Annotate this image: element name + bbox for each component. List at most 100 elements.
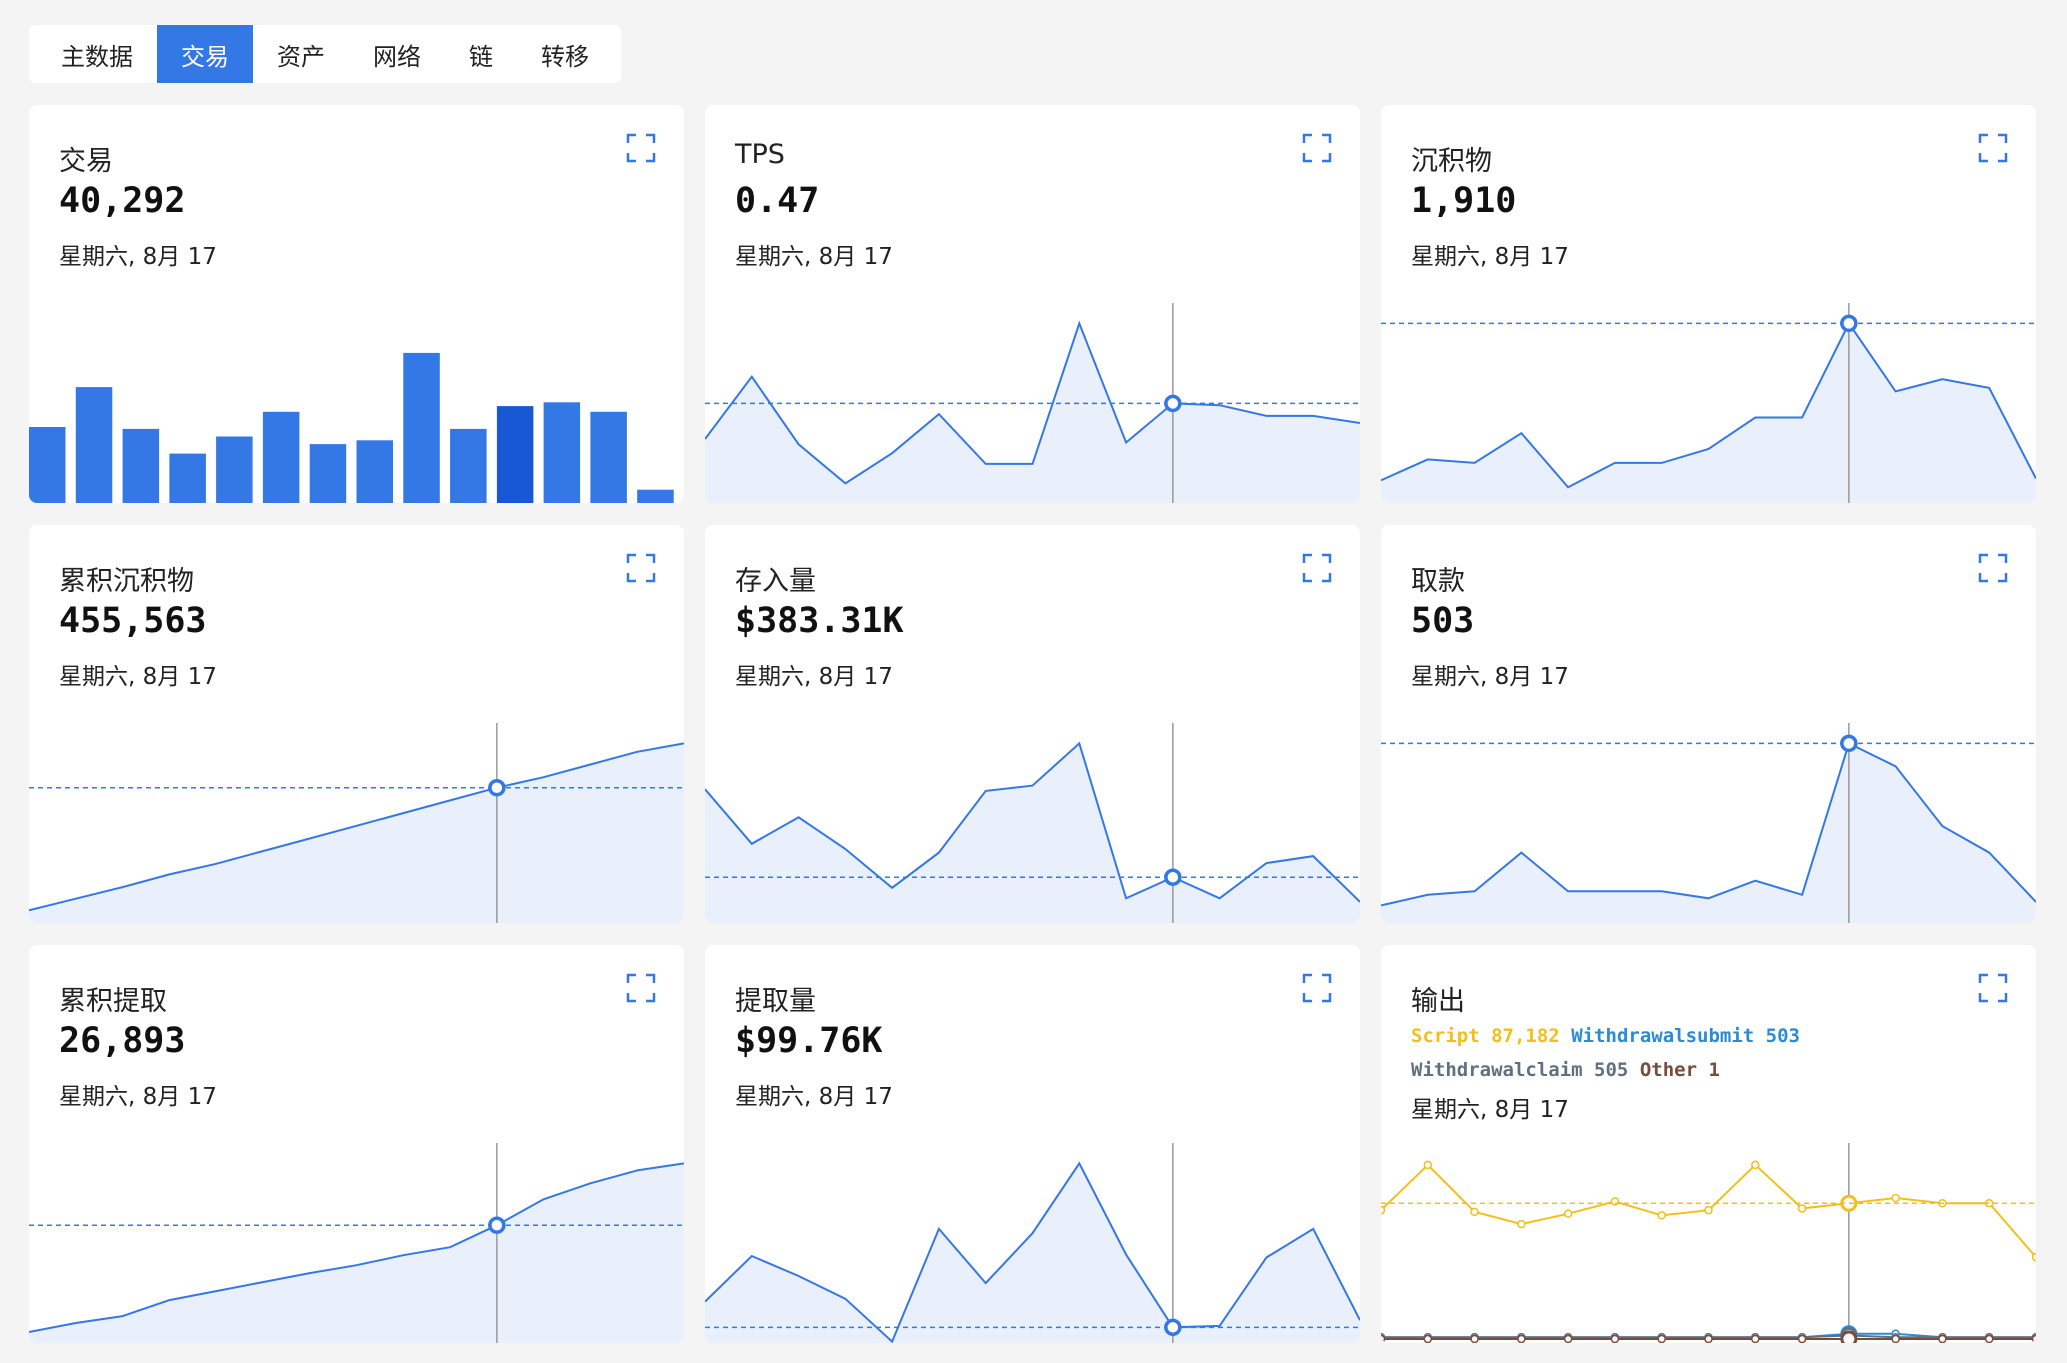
expand-icon[interactable] bbox=[626, 553, 656, 583]
chart-tps bbox=[705, 303, 1360, 503]
tab-chain[interactable]: 链 bbox=[445, 25, 517, 83]
series-0-point-6 bbox=[1657, 1211, 1666, 1220]
bar-4 bbox=[216, 436, 253, 503]
card-withdrawal-volume: 提取量 $99.76K 星期六, 8月 17 bbox=[705, 945, 1360, 1343]
tab-bar: 主数据 交易 资产 网络 链 转移 bbox=[29, 25, 621, 83]
card-title: 存入量 bbox=[735, 566, 816, 597]
series-3-point-12 bbox=[1938, 1334, 1947, 1343]
series-3-point-5 bbox=[1610, 1334, 1620, 1343]
card-value: 503 bbox=[1411, 601, 1475, 641]
expand-icon[interactable] bbox=[1302, 553, 1332, 583]
tab-assets[interactable]: 资产 bbox=[253, 25, 349, 83]
series-3-point-8 bbox=[1751, 1334, 1760, 1343]
highlight-point bbox=[1840, 314, 1858, 333]
series-area bbox=[29, 1163, 684, 1343]
card-date: 星期六, 8月 17 bbox=[59, 244, 217, 270]
series-3-point-4 bbox=[1563, 1334, 1573, 1343]
highlight-point bbox=[1164, 868, 1182, 886]
highlight-point bbox=[1164, 394, 1182, 413]
series-3-point-11 bbox=[1891, 1334, 1900, 1343]
card-date: 星期六, 8月 17 bbox=[735, 1084, 893, 1110]
card-title: 提取量 bbox=[735, 986, 816, 1017]
card-value: 0.47 bbox=[735, 181, 820, 221]
bar-1 bbox=[75, 387, 113, 503]
highlight-point bbox=[488, 1216, 506, 1234]
series-3-point-9 bbox=[1797, 1334, 1807, 1343]
card-title: TPS bbox=[735, 139, 785, 170]
series-0-point-9 bbox=[1797, 1204, 1807, 1213]
series-0-point-4 bbox=[1563, 1209, 1573, 1218]
series-area bbox=[1381, 323, 2036, 503]
series-0-point-8 bbox=[1751, 1160, 1760, 1170]
tab-transactions[interactable]: 交易 bbox=[157, 25, 253, 83]
card-date: 星期六, 8月 17 bbox=[1411, 664, 1569, 690]
card-title: 输出 bbox=[1411, 986, 1465, 1017]
expand-icon[interactable] bbox=[626, 973, 656, 1003]
tab-network[interactable]: 网络 bbox=[349, 25, 445, 83]
card-title: 累积提取 bbox=[59, 986, 167, 1017]
tab-transfer[interactable]: 转移 bbox=[517, 25, 613, 83]
series-0-point-14 bbox=[2031, 1252, 2036, 1262]
card-title: 交易 bbox=[59, 146, 113, 177]
card-value: $99.76K bbox=[735, 1021, 883, 1061]
bar-12 bbox=[590, 411, 627, 503]
expand-icon[interactable] bbox=[626, 133, 656, 163]
card-outputs: 输出 Script 87,182 Withdrawalsubmit 503 Wi… bbox=[1381, 945, 2036, 1343]
series-3-point-14 bbox=[2031, 1334, 2036, 1343]
chart-cumulative-withdrawals bbox=[29, 1143, 684, 1343]
chart-cumulative-deposits bbox=[29, 723, 684, 923]
bar-13 bbox=[637, 489, 674, 503]
bar-6 bbox=[309, 444, 347, 503]
series-area bbox=[1381, 743, 2036, 923]
expand-icon[interactable] bbox=[1302, 133, 1332, 163]
chart-deposits bbox=[1381, 303, 2036, 503]
tab-master-data[interactable]: 主数据 bbox=[37, 25, 157, 83]
series-3-point-6 bbox=[1657, 1334, 1666, 1343]
chart-withdrawals bbox=[1381, 723, 2036, 923]
highlight-point bbox=[1840, 734, 1858, 753]
bar-5 bbox=[262, 411, 300, 503]
chart-withdrawal-volume bbox=[705, 1143, 1360, 1343]
expand-icon[interactable] bbox=[1978, 133, 2008, 163]
highlight-point bbox=[1164, 1318, 1182, 1337]
series-3-point-0 bbox=[1381, 1334, 1386, 1343]
legend-other: Other 1 bbox=[1639, 1059, 1720, 1081]
card-deposit-volume: 存入量 $383.31K 星期六, 8月 17 bbox=[705, 525, 1360, 923]
chart-outputs bbox=[1381, 1143, 2036, 1343]
chart-deposit-volume bbox=[705, 723, 1360, 923]
series-0-point-1 bbox=[1423, 1160, 1433, 1170]
bar-7 bbox=[356, 440, 393, 503]
card-value: 1,910 bbox=[1411, 181, 1517, 221]
card-date: 星期六, 8月 17 bbox=[59, 1084, 217, 1110]
legend-script: Script 87,182 bbox=[1411, 1025, 1560, 1047]
expand-icon[interactable] bbox=[1978, 973, 2008, 1003]
legend-withdrawalsubmit: Withdrawalsubmit 503 bbox=[1571, 1025, 1800, 1047]
bar-11 bbox=[543, 402, 581, 503]
card-title: 沉积物 bbox=[1411, 146, 1492, 177]
card-date: 星期六, 8月 17 bbox=[59, 664, 217, 690]
expand-icon[interactable] bbox=[1978, 553, 2008, 583]
expand-icon[interactable] bbox=[1302, 973, 1332, 1003]
series-3-point-10 bbox=[1840, 1330, 1858, 1343]
card-date: 星期六, 8月 17 bbox=[735, 664, 893, 690]
highlight-point bbox=[488, 778, 506, 797]
bar-10 bbox=[496, 406, 534, 503]
card-value: $383.31K bbox=[735, 601, 904, 641]
card-value: 40,292 bbox=[59, 181, 186, 221]
card-transactions: 交易 40,292 星期六, 8月 17 bbox=[29, 105, 684, 503]
card-value: 455,563 bbox=[59, 601, 207, 641]
card-value: 26,893 bbox=[59, 1021, 186, 1061]
card-deposits: 沉积物 1,910 星期六, 8月 17 bbox=[1381, 105, 2036, 503]
series-0-point-3 bbox=[1517, 1219, 1526, 1229]
series-3-point-7 bbox=[1704, 1334, 1713, 1343]
card-withdrawals: 取款 503 星期六, 8月 17 bbox=[1381, 525, 2036, 923]
series-area bbox=[705, 323, 1360, 503]
bar-3 bbox=[169, 453, 206, 503]
series-3-point-2 bbox=[1470, 1334, 1479, 1343]
series-3-point-13 bbox=[1984, 1334, 1994, 1343]
series-area bbox=[29, 743, 684, 923]
series-area bbox=[705, 1163, 1360, 1343]
card-title: 累积沉积物 bbox=[59, 566, 194, 597]
output-legend: Script 87,182 Withdrawalsubmit 503 Withd… bbox=[1411, 1019, 1800, 1087]
bar-0 bbox=[29, 427, 66, 503]
